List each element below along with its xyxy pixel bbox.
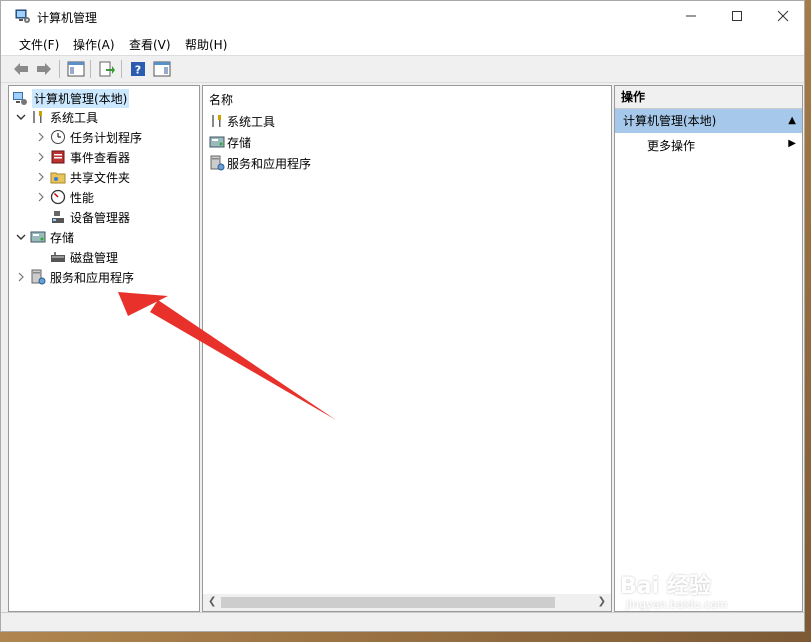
watermark-text: Bai 经验: [620, 574, 711, 599]
watermark-url: jingyan.baidu.com: [626, 598, 728, 611]
baidu-watermark: Bai 经验 jingyan.baidu.com: [620, 560, 770, 611]
annotation-arrow-icon: [118, 292, 336, 420]
